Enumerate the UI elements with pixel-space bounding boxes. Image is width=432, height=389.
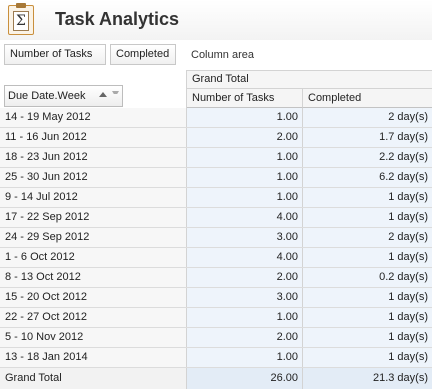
row-header-week[interactable]: 17 - 22 Sep 2012 xyxy=(0,208,187,227)
row-header-week[interactable]: 18 - 23 Jun 2012 xyxy=(0,148,187,167)
row-header-week[interactable]: 15 - 20 Oct 2012 xyxy=(0,288,187,307)
cell-completed[interactable]: 1 day(s) xyxy=(303,288,432,307)
page-title: Task Analytics xyxy=(55,9,180,29)
grand-total-row: Grand Total 26.00 21.3 day(s) xyxy=(0,368,432,389)
cell-completed[interactable]: 2 day(s) xyxy=(303,108,432,127)
table-row: 14 - 19 May 2012 1.00 2 day(s) xyxy=(0,108,432,128)
grand-total-label[interactable]: Grand Total xyxy=(0,368,187,389)
table-row: 1 - 6 Oct 2012 4.00 1 day(s) xyxy=(0,248,432,268)
cell-completed[interactable]: 2 day(s) xyxy=(303,228,432,247)
cell-number-of-tasks[interactable]: 2.00 xyxy=(187,328,303,347)
table-row: 22 - 27 Oct 2012 1.00 1 day(s) xyxy=(0,308,432,328)
column-area-label: Column area xyxy=(191,49,254,61)
filter-icon[interactable] xyxy=(112,91,119,99)
cell-completed[interactable]: 1.7 day(s) xyxy=(303,128,432,147)
cell-number-of-tasks[interactable]: 1.00 xyxy=(187,108,303,127)
cell-completed[interactable]: 1 day(s) xyxy=(303,188,432,207)
cell-number-of-tasks[interactable]: 1.00 xyxy=(187,308,303,327)
row-header-week[interactable]: 13 - 18 Jan 2014 xyxy=(0,348,187,367)
cell-completed[interactable]: 1 day(s) xyxy=(303,208,432,227)
row-header-area: Due Date.Week xyxy=(0,70,187,108)
table-row: 5 - 10 Nov 2012 2.00 1 day(s) xyxy=(0,328,432,348)
sort-ascending-icon[interactable] xyxy=(99,92,107,97)
table-row: 13 - 18 Jan 2014 1.00 1 day(s) xyxy=(0,348,432,368)
cell-number-of-tasks[interactable]: 1.00 xyxy=(187,188,303,207)
row-header-week[interactable]: 14 - 19 May 2012 xyxy=(0,108,187,127)
pivot-rows: 14 - 19 May 2012 1.00 2 day(s) 11 - 16 Jun… xyxy=(0,108,432,368)
app-header: Σ Task Analytics xyxy=(0,0,432,41)
row-field-due-date-week[interactable]: Due Date.Week xyxy=(4,85,123,107)
table-row: 25 - 30 Jun 2012 1.00 6.2 day(s) xyxy=(0,168,432,188)
cell-number-of-tasks[interactable]: 3.00 xyxy=(187,228,303,247)
row-header-week[interactable]: 9 - 14 Jul 2012 xyxy=(0,188,187,207)
grand-total-completed[interactable]: 21.3 day(s) xyxy=(303,368,432,389)
row-header-week[interactable]: 24 - 29 Sep 2012 xyxy=(0,228,187,247)
row-field-label: Due Date.Week xyxy=(8,90,86,102)
row-header-week[interactable]: 1 - 6 Oct 2012 xyxy=(0,248,187,267)
row-header-week[interactable]: 11 - 16 Jun 2012 xyxy=(0,128,187,147)
cell-completed[interactable]: 2.2 day(s) xyxy=(303,148,432,167)
cell-number-of-tasks[interactable]: 4.00 xyxy=(187,248,303,267)
column-header-number-of-tasks[interactable]: Number of Tasks xyxy=(187,89,303,108)
cell-completed[interactable]: 1 day(s) xyxy=(303,328,432,347)
cell-completed[interactable]: 0.2 day(s) xyxy=(303,268,432,287)
field-completed[interactable]: Completed xyxy=(110,44,176,65)
column-header-completed[interactable]: Completed xyxy=(303,89,432,108)
cell-number-of-tasks[interactable]: 1.00 xyxy=(187,148,303,167)
data-field-area: Number of Tasks Completed Column area xyxy=(0,40,432,70)
cell-completed[interactable]: 1 day(s) xyxy=(303,308,432,327)
cell-completed[interactable]: 1 day(s) xyxy=(303,248,432,267)
cell-number-of-tasks[interactable]: 1.00 xyxy=(187,348,303,367)
row-header-week[interactable]: 25 - 30 Jun 2012 xyxy=(0,168,187,187)
cell-number-of-tasks[interactable]: 1.00 xyxy=(187,168,303,187)
cell-completed[interactable]: 6.2 day(s) xyxy=(303,168,432,187)
cell-number-of-tasks[interactable]: 2.00 xyxy=(187,128,303,147)
grand-total-number-of-tasks[interactable]: 26.00 xyxy=(187,368,303,389)
table-row: 17 - 22 Sep 2012 4.00 1 day(s) xyxy=(0,208,432,228)
grand-total-column-header: Grand Total xyxy=(187,70,432,89)
table-row: 9 - 14 Jul 2012 1.00 1 day(s) xyxy=(0,188,432,208)
field-number-of-tasks[interactable]: Number of Tasks xyxy=(4,44,106,65)
table-row: 18 - 23 Jun 2012 1.00 2.2 day(s) xyxy=(0,148,432,168)
cell-number-of-tasks[interactable]: 4.00 xyxy=(187,208,303,227)
row-header-week[interactable]: 5 - 10 Nov 2012 xyxy=(0,328,187,347)
table-row: 15 - 20 Oct 2012 3.00 1 day(s) xyxy=(0,288,432,308)
cell-number-of-tasks[interactable]: 3.00 xyxy=(187,288,303,307)
row-header-week[interactable]: 22 - 27 Oct 2012 xyxy=(0,308,187,327)
table-row: 8 - 13 Oct 2012 2.00 0.2 day(s) xyxy=(0,268,432,288)
table-row: 11 - 16 Jun 2012 2.00 1.7 day(s) xyxy=(0,128,432,148)
cell-number-of-tasks[interactable]: 2.00 xyxy=(187,268,303,287)
sigma-clipboard-icon: Σ xyxy=(8,3,34,35)
table-row: 24 - 29 Sep 2012 3.00 2 day(s) xyxy=(0,228,432,248)
cell-completed[interactable]: 1 day(s) xyxy=(303,348,432,367)
row-header-week[interactable]: 8 - 13 Oct 2012 xyxy=(0,268,187,287)
